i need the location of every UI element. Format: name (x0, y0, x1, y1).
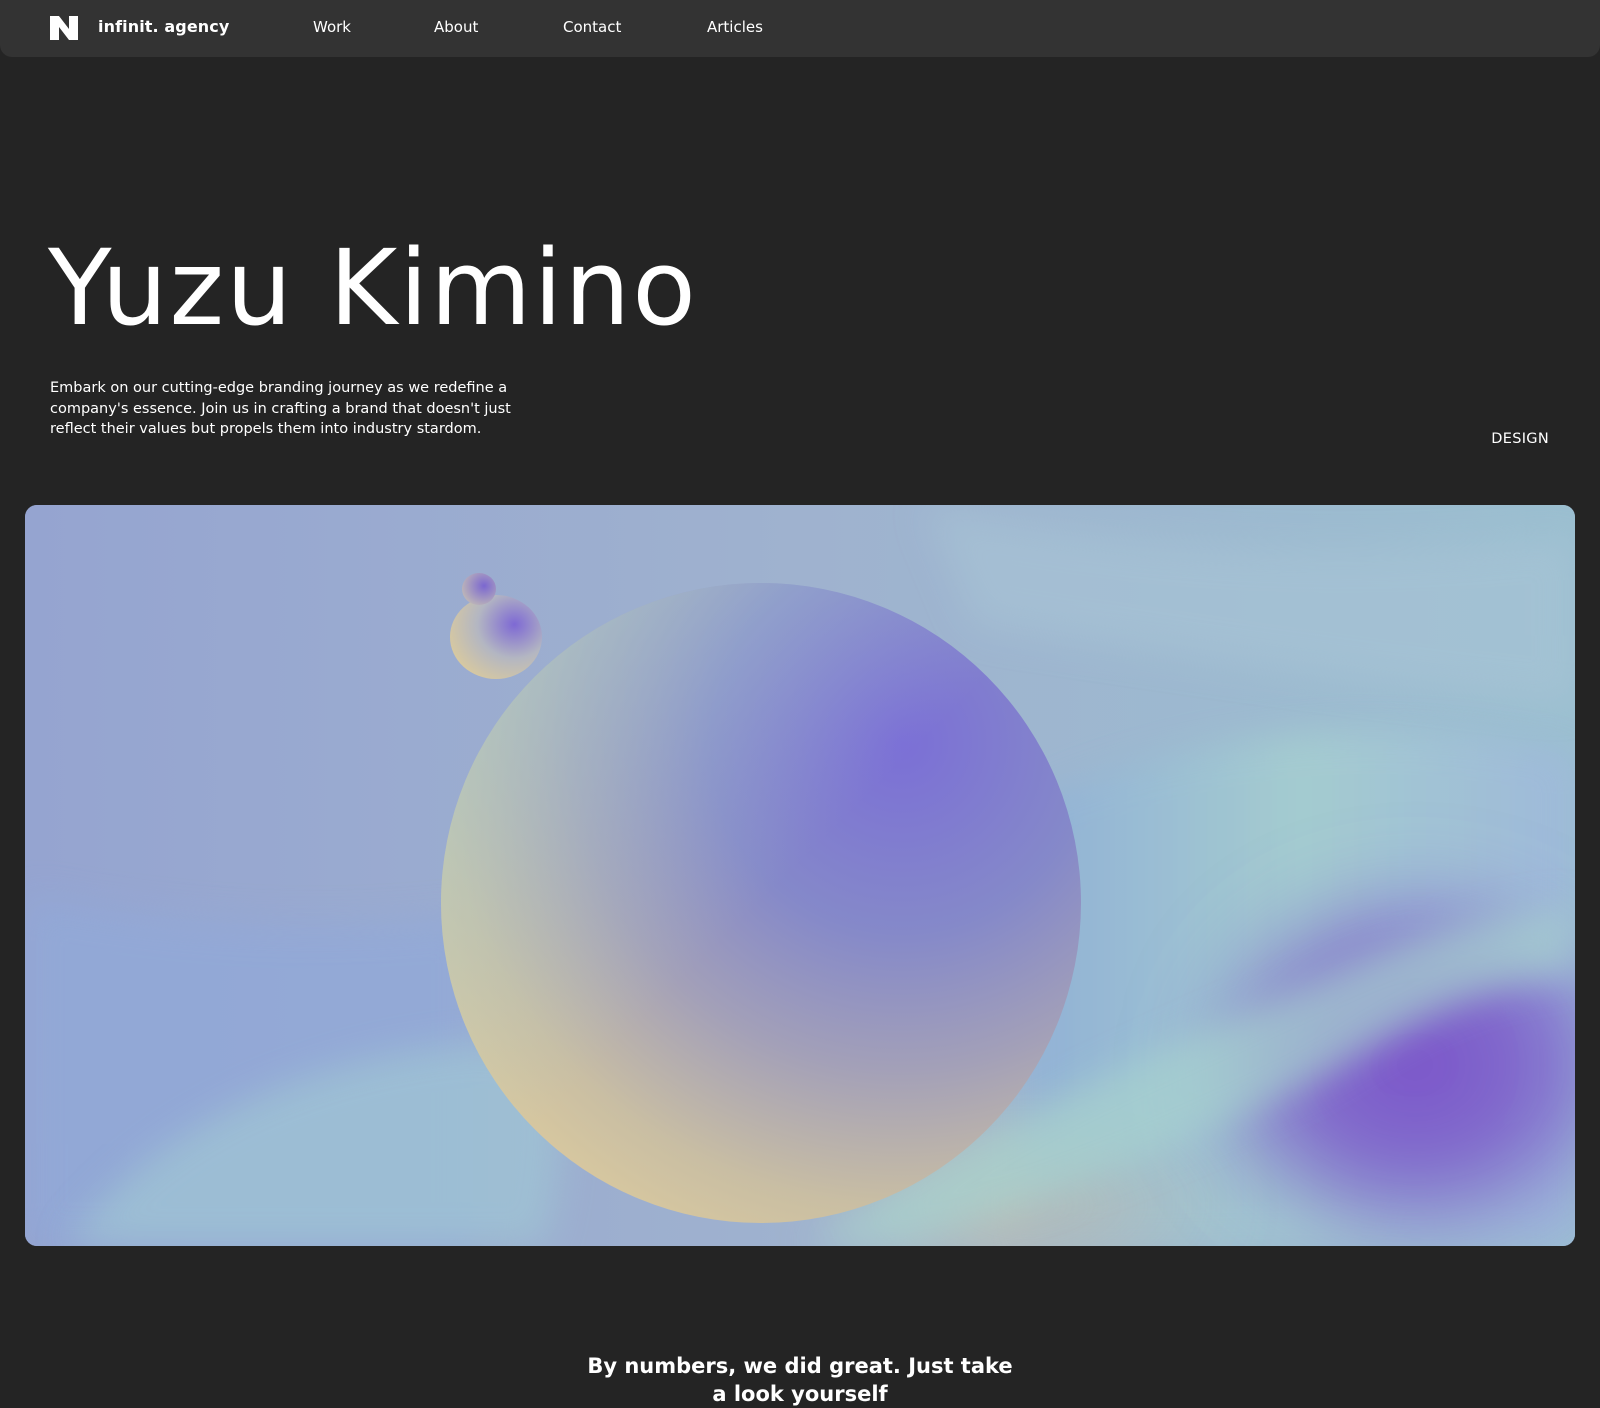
project-category-tag: DESIGN (1491, 431, 1549, 447)
agency-logo-icon[interactable] (50, 16, 78, 40)
top-navigation-bar: infinit. agency Work About Contact Artic… (0, 0, 1600, 57)
abstract-spheres-artwork (25, 505, 1575, 1246)
nav-link-work[interactable]: Work (313, 18, 351, 36)
nav-link-contact[interactable]: Contact (563, 18, 621, 36)
project-title: Yuzu Kimino (48, 227, 698, 349)
brand-name[interactable]: infinit. agency (98, 17, 229, 36)
nav-link-articles[interactable]: Articles (707, 18, 763, 36)
project-showcase-image (25, 505, 1575, 1246)
numbers-heading-line-1: By numbers, we did great. Just take (587, 1354, 1013, 1378)
numbers-heading-line-2: a look yourself (712, 1382, 888, 1406)
project-description: Embark on our cutting-edge branding jour… (50, 380, 511, 437)
nav-link-about[interactable]: About (434, 18, 478, 36)
